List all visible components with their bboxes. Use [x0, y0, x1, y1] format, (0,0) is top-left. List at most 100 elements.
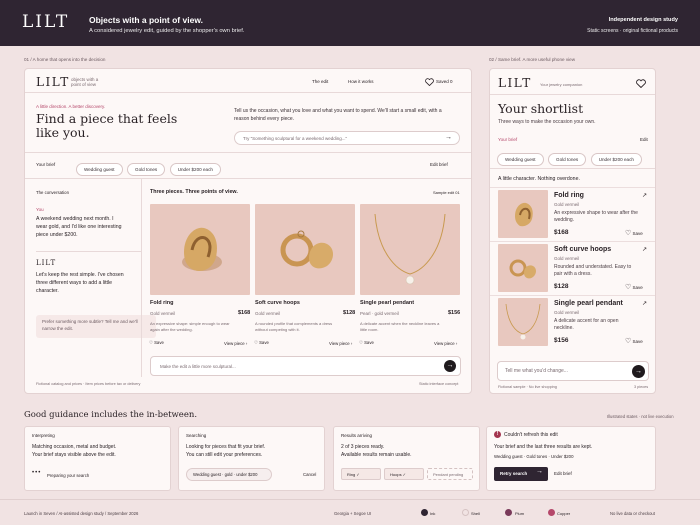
subtle-suggestion[interactable]: Prefer something more subtle? Tell me an… — [36, 315, 156, 338]
swatch-copper — [548, 509, 555, 516]
arrow-right-icon[interactable]: → — [445, 134, 452, 141]
product-desc-2: A delicate accent when the neckline leav… — [360, 321, 440, 332]
arrow-up-right-icon[interactable]: ↗ — [642, 300, 647, 307]
phone-product-row-2[interactable]: Single pearl pendant ↗ Gold vermeil A de… — [490, 295, 655, 349]
phone-input-placeholder: Tell me what you'd change... — [505, 368, 568, 374]
phone-product-name-1[interactable]: Soft curve hoops — [554, 246, 611, 253]
phone-product-image-1[interactable] — [498, 244, 548, 292]
phone-product-material-1: Gold vermeil — [554, 256, 580, 261]
view-piece-link-0[interactable]: View piece › — [224, 341, 247, 346]
heart-icon[interactable] — [636, 79, 646, 88]
swatch-shell — [462, 509, 469, 516]
phone-product-row-1[interactable]: Soft curve hoops ↗ Gold vermeil Rounded … — [490, 241, 655, 295]
column-divider — [141, 179, 142, 377]
product-name-2[interactable]: Single pearl pendant — [360, 300, 414, 306]
result-chip-ring[interactable]: Ring ✓ — [341, 468, 381, 480]
product-image-pendant[interactable] — [360, 204, 460, 295]
brief-pill-budget[interactable]: Under $200 each — [169, 163, 221, 176]
product-price-1: $128 — [343, 310, 356, 316]
error-edit-brief-link[interactable]: Edit brief — [554, 471, 572, 476]
phone-product-material-2: Gold vermeil — [554, 310, 580, 315]
state-title-2: Results arriving — [341, 433, 373, 438]
chevron-right-icon: › — [350, 341, 353, 346]
footer-left: Launch in Seven / AI-assisted design stu… — [24, 511, 139, 516]
brief-pill-metal[interactable]: Gold tones — [127, 163, 166, 176]
header-note-top: Independent design study — [608, 17, 678, 23]
swatch-ink — [421, 509, 428, 516]
heart-icon: ♡ — [625, 230, 632, 237]
heart-icon[interactable] — [425, 78, 434, 86]
product-name-0[interactable]: Fold ring — [150, 300, 174, 306]
phone-message-input[interactable]: Tell me what you'd change... → — [497, 361, 649, 381]
phone-product-name-2[interactable]: Single pearl pendant — [554, 300, 623, 307]
phone-save-button-2[interactable]: ♡ Save — [625, 337, 643, 345]
brief-pill-occasion[interactable]: Wedding guest — [76, 163, 123, 176]
arrow-up-right-icon[interactable]: ↗ — [642, 246, 647, 253]
brief-divider-bottom — [25, 178, 471, 179]
desktop-footer-left: Fictional catalog and prices · Item pric… — [36, 382, 141, 386]
phone-edit-link[interactable]: Edit — [640, 137, 648, 142]
heart-icon: ♡ — [254, 340, 258, 345]
phone-pill-budget[interactable]: Under $200 each — [590, 153, 642, 166]
send-arrow-icon[interactable]: → — [632, 365, 645, 378]
phone-product-image-2[interactable] — [498, 298, 548, 346]
product-image-fold-ring[interactable] — [150, 204, 250, 295]
you-message: A weekend wedding next month. I wear gol… — [36, 216, 122, 238]
phone-pill-occasion[interactable]: Wedding guest — [497, 153, 544, 166]
save-button-0[interactable]: ♡ Save — [149, 340, 164, 346]
phone-brief-label: Your brief — [498, 137, 518, 142]
phone-product-image-0[interactable] — [498, 190, 548, 238]
phone-product-name-0[interactable]: Fold ring — [554, 192, 584, 199]
phone-logo[interactable]: LILT — [498, 76, 532, 90]
phone-product-material-0: Gold vermeil — [554, 202, 580, 207]
prompt-input[interactable]: Try "Something sculptural for a weekend … — [234, 131, 460, 145]
header-title: Objects with a point of view. — [89, 15, 203, 25]
brief-pills: Wedding guest Gold tones Under $200 each — [76, 158, 221, 176]
phone-footer-right: 3 pieces — [634, 385, 649, 389]
swatch-label-plum: Plum — [515, 511, 525, 516]
state-card-error: ! Couldn't refresh this edit Your brief … — [486, 426, 656, 491]
footer-right: No live data or checkout — [610, 511, 655, 516]
save-button-1[interactable]: ♡ Save — [254, 340, 269, 346]
phone-sublogo: Your jewelry companion — [540, 82, 583, 87]
product-desc-0: An expressive shape: simple enough to we… — [150, 321, 230, 332]
state-title-0: Interpreting — [32, 433, 55, 438]
phone-caption: 02 / Same brief. A more useful phone vie… — [489, 57, 576, 62]
nav-the-edit[interactable]: The edit — [312, 79, 328, 84]
nav-how-it-works[interactable]: How it works — [348, 79, 374, 84]
conversation-divider — [36, 251, 141, 252]
desktop-logo[interactable]: LILT — [36, 75, 70, 89]
refine-input[interactable]: Make the edit a little more sculptural..… — [150, 356, 461, 376]
heart-icon: ♡ — [625, 338, 632, 345]
send-arrow-icon[interactable]: → — [444, 360, 456, 372]
alert-icon: ! — [494, 431, 501, 438]
sample-label: Sample edit 01 — [433, 190, 460, 195]
view-piece-link-2[interactable]: View piece › — [434, 341, 457, 346]
cancel-button[interactable]: Cancel — [303, 472, 316, 477]
state-card-results: Results arriving 2 of 3 pieces ready. Av… — [333, 426, 480, 491]
phone-save-button-0[interactable]: ♡ Save — [625, 229, 643, 237]
hero-intro: Tell us the occasion, what you love and … — [234, 108, 442, 122]
result-chip-hoops[interactable]: Hoops ✓ — [384, 468, 424, 480]
result-chip-pendant: Pendant pending — [427, 468, 473, 480]
state-line1-1: Looking for pieces that fit your brief. — [186, 444, 266, 450]
arrow-up-right-icon[interactable]: ↗ — [642, 192, 647, 199]
product-name-1[interactable]: Soft curve hoops — [255, 300, 300, 306]
phone-footer-left: Fictional sample · No live shopping — [498, 385, 557, 389]
swatch-label-copper: Copper — [557, 511, 571, 516]
saved-count[interactable]: Saved 0 — [436, 79, 453, 84]
product-image-hoops[interactable] — [255, 204, 355, 295]
nav-divider — [25, 92, 471, 93]
phone-pill-metal[interactable]: Gold tones — [548, 153, 587, 166]
view-piece-link-1[interactable]: View piece › — [329, 341, 352, 346]
kicker: A little direction. A better discovery. — [36, 104, 106, 109]
searching-brief-chip: Wedding guest · gold · under $200 — [186, 468, 272, 481]
state-line1-0: Matching occasion, metal and budget. — [32, 444, 117, 450]
footer-fonts: Georgia + Segoe UI — [334, 511, 372, 516]
phone-product-row-0[interactable]: Fold ring ↗ Gold vermeil An expressive s… — [490, 187, 655, 241]
edit-brief-link[interactable]: Edit brief — [430, 162, 448, 167]
retry-search-button[interactable]: Retry search → — [494, 467, 548, 481]
phone-save-button-1[interactable]: ♡ Save — [625, 283, 643, 291]
heart-icon: ♡ — [359, 340, 363, 345]
save-button-2[interactable]: ♡ Save — [359, 340, 374, 346]
